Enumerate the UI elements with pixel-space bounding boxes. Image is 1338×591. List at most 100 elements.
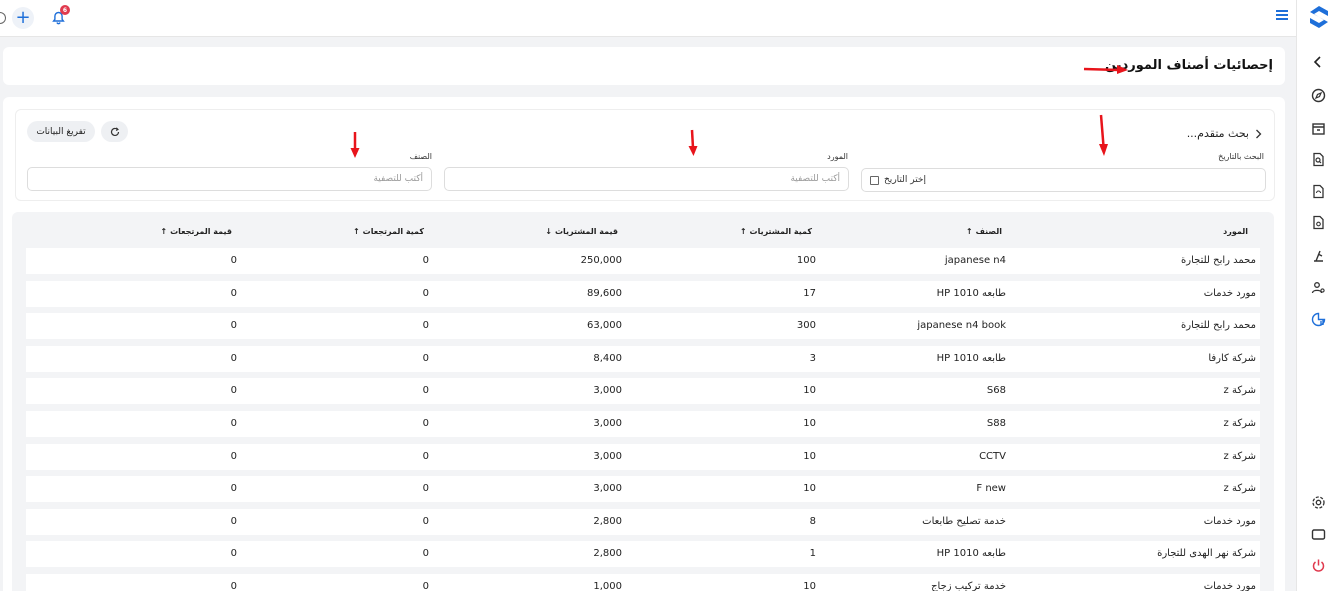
page-header: إحصائيات أصناف الموردين: [3, 47, 1285, 85]
table-row[interactable]: محمد رابح للتجارة japanese n4 100 250,000 0 0: [26, 248, 1260, 274]
purchase-value-cell: 8,400: [593, 352, 622, 364]
purchase-value-cell: 2,800: [593, 515, 622, 527]
return-value-cell: 0: [230, 515, 237, 527]
purchase-qty-cell: 1: [809, 548, 816, 560]
table-row[interactable]: شركة z S88 10 3,000 0 0: [26, 411, 1260, 437]
item-placeholder: أكتب للتصفية: [373, 174, 423, 184]
menu-toggle-button[interactable]: [1276, 10, 1288, 22]
annotation-arrow-icon: [1083, 65, 1128, 74]
return-value-cell: 0: [230, 581, 237, 591]
table-row[interactable]: مورد خدمات خدمة تركيب زجاج 10 1,000 0 0: [26, 574, 1260, 591]
supplier-cell: شركة z: [1223, 418, 1256, 429]
filter-panel: بحث متقدم... تفريغ البيانات البحث بالتار…: [15, 109, 1275, 201]
sort-up-icon: ↑: [160, 227, 168, 236]
sidebar-item-files[interactable]: [1310, 183, 1326, 199]
sidebar-item-reports[interactable]: [1310, 214, 1326, 230]
purchase-value-cell: 3,000: [593, 450, 622, 462]
sidebar-item-tools[interactable]: [1310, 247, 1326, 263]
purchase-qty-cell: 17: [803, 287, 816, 299]
table-row[interactable]: شركة z CCTV 10 3,000 0 0: [26, 443, 1260, 470]
table-row[interactable]: مورد خدمات خدمة تصليح طابعات 8 2,800 0 0: [26, 508, 1260, 535]
advanced-search-toggle[interactable]: بحث متقدم...: [1187, 127, 1262, 140]
return-value-cell: 0: [230, 255, 237, 266]
item-label: الصنف: [409, 152, 432, 161]
table-header: المورد الصنف ↑ كمية المشتريات ↑ قيمة المشت…: [26, 220, 1260, 244]
supplier-cell: محمد رابح للتجارة: [1181, 255, 1256, 266]
return-value-cell: 0: [230, 548, 237, 560]
notification-badge: 6: [60, 5, 70, 15]
purchase-value-cell: 250,000: [580, 255, 622, 266]
table-row[interactable]: شركة z F new 10 3,000 0 0: [26, 476, 1260, 503]
column-header-return-value[interactable]: قيمة المرتجعات ↑: [160, 227, 232, 236]
return-qty-cell: 0: [422, 287, 429, 299]
sort-down-icon: ↓: [545, 227, 552, 236]
return-value-cell: 0: [230, 320, 237, 332]
supplier-cell: شركة z: [1223, 483, 1256, 495]
item-cell: طابعه HP 1010: [936, 548, 1006, 560]
sidebar: [1296, 0, 1338, 591]
supplier-filter-input[interactable]: أكتب للتصفية: [444, 167, 849, 191]
power-icon: [1312, 559, 1324, 572]
logout-button[interactable]: [1310, 557, 1326, 573]
compass-icon: [1311, 88, 1325, 102]
column-header-return-qty[interactable]: كمية المرتجعات ↑: [353, 227, 424, 236]
sidebar-item-users[interactable]: [1310, 279, 1326, 295]
supplier-cell: مورد خدمات: [1203, 581, 1256, 591]
sidebar-item-statistics[interactable]: [1310, 311, 1326, 327]
return-qty-cell: 0: [422, 320, 429, 332]
purchase-value-cell: 3,000: [593, 385, 622, 397]
sidebar-item-search-docs[interactable]: [1310, 151, 1326, 167]
column-header-supplier[interactable]: المورد: [1223, 227, 1248, 236]
item-cell: طابعه HP 1010: [936, 287, 1006, 299]
return-value-cell: 0: [230, 418, 237, 429]
refresh-icon: [110, 126, 119, 136]
purchase-value-cell: 2,800: [593, 548, 622, 560]
store-icon: [1311, 122, 1325, 135]
add-button[interactable]: +: [12, 7, 34, 29]
notifications-button[interactable]: 6: [48, 5, 70, 28]
item-cell: طابعه HP 1010: [936, 352, 1006, 364]
collapse-sidebar-button[interactable]: [1310, 54, 1326, 70]
column-header-purchase-value[interactable]: قيمة المشتريات ↓: [545, 227, 618, 236]
column-header-purchase-qty[interactable]: كمية المشتريات ↑: [740, 227, 812, 236]
return-qty-cell: 0: [422, 483, 429, 495]
supplier-cell: شركة كارفا: [1208, 352, 1256, 364]
refresh-button[interactable]: [101, 121, 128, 142]
file-sync-icon: [1312, 184, 1324, 198]
supplier-cell: محمد رابح للتجارة: [1181, 320, 1256, 332]
return-qty-cell: 0: [422, 515, 429, 527]
item-cell: خدمة تركيب زجاج: [931, 581, 1006, 591]
table-row[interactable]: شركة كارفا طابعه HP 1010 3 8,400 0 0: [26, 345, 1260, 372]
return-value-cell: 0: [230, 450, 237, 462]
sidebar-item-dashboard[interactable]: [1310, 87, 1326, 103]
date-label: البحث بالتاريخ: [1218, 152, 1264, 161]
clear-data-button[interactable]: تفريغ البيانات: [27, 121, 95, 142]
plus-icon: +: [15, 7, 31, 28]
table-row[interactable]: شركة z S68 10 3,000 0 0: [26, 378, 1260, 405]
sidebar-item-store[interactable]: [1310, 120, 1326, 136]
tools-icon: [1313, 250, 1323, 262]
display-button[interactable]: [1310, 526, 1326, 542]
table-row[interactable]: شركة نهر الهدى للتجارة طابعه HP 1010 1 2,80…: [26, 541, 1260, 568]
gear-icon: [1311, 495, 1325, 509]
date-picker[interactable]: إختر التاريخ: [861, 168, 1266, 192]
supplier-cell: شركة z: [1223, 385, 1256, 397]
supplier-label: المورد: [827, 152, 848, 161]
app-logo-icon: [1310, 6, 1328, 28]
monitor-icon: [1311, 528, 1325, 540]
purchase-value-cell: 63,000: [587, 320, 622, 332]
purchase-qty-cell: 10: [803, 450, 816, 462]
settings-button[interactable]: [1310, 494, 1326, 510]
item-filter-input[interactable]: أكتب للتصفية: [27, 167, 432, 191]
return-value-cell: 0: [230, 385, 237, 397]
document-search-icon: [1312, 152, 1324, 166]
table-row[interactable]: مورد خدمات طابعه HP 1010 17 89,600 0 0: [26, 280, 1260, 307]
annotation-arrow-icon: [688, 129, 698, 156]
calendar-icon: [870, 176, 879, 185]
users-settings-icon: [1311, 281, 1325, 293]
annotation-arrow-icon: [350, 132, 360, 158]
sort-up-icon: ↑: [965, 227, 973, 236]
table-row[interactable]: محمد رابح للتجارة japanese n4 book 300 63,0…: [26, 313, 1260, 340]
item-cell: CCTV: [979, 450, 1006, 462]
column-header-item[interactable]: الصنف ↑: [966, 227, 1002, 236]
